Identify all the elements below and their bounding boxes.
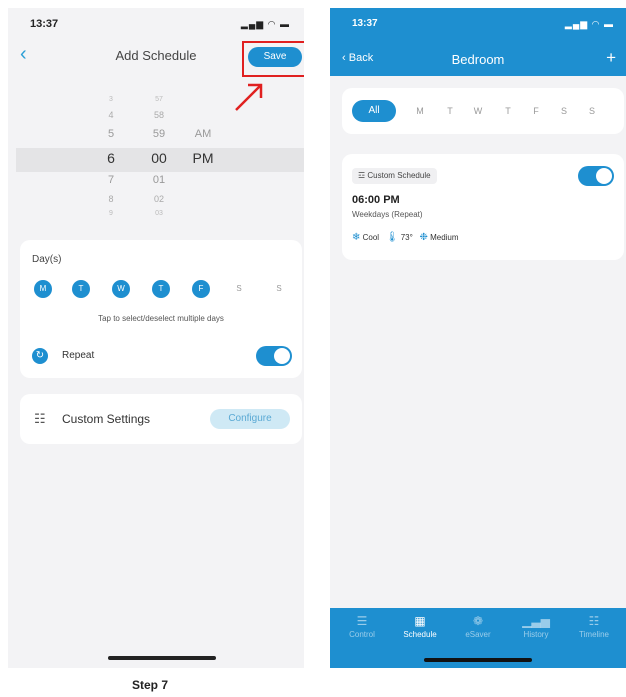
day-toggle[interactable]: T [152,280,170,298]
day-filter-bar: All M T W T F S S [342,88,624,134]
thermometer-icon: 🌡 [385,232,399,243]
sliders-icon: ☲ [358,171,368,180]
step-caption: Step 7 [132,678,169,692]
toggle-knob [274,348,290,364]
configure-button[interactable]: Configure [210,409,290,429]
picker-row[interactable]: 9 03 [8,210,304,230]
schedule-card[interactable]: ☲ Custom Schedule 06:00 PM Weekdays (Rep… [342,154,624,260]
picker-hour: 8 [108,194,114,204]
picker-minute: 01 [152,174,166,186]
top-bar: 13:37 ▂▄▆ ◠ ▬ ‹ Back Bedroom + [330,8,626,76]
picker-hour: 6 [107,150,115,166]
esaver-icon: ❁ [472,614,484,628]
day-toggle[interactable]: W [112,280,130,298]
day-toggle[interactable]: T [72,280,90,298]
picker-minute: 03 [155,210,163,217]
repeat-icon: ↻ [32,348,48,364]
tab-history[interactable]: ▁▃▅ History [508,614,564,639]
picker-row[interactable]: 4 58 [8,110,304,130]
schedule-type-chip: ☲ Custom Schedule [352,168,437,184]
home-indicator [424,658,532,662]
schedule-list-screen: 13:37 ▂▄▆ ◠ ▬ ‹ Back Bedroom + All M T W T F S… [330,8,626,668]
filter-day-chip[interactable]: S [584,100,600,122]
tab-esaver[interactable]: ❁ eSaver [450,614,506,639]
fan-icon: ❉ [419,232,428,243]
filter-day-chip[interactable]: T [500,100,516,122]
tab-label: Timeline [579,630,609,639]
history-icon: ▁▃▅ [522,614,550,628]
page-title: Bedroom [451,52,505,67]
custom-settings-label: Custom Settings [62,412,151,426]
day-toggle[interactable]: S [230,280,248,298]
timeline-icon: ☷ [588,614,600,628]
days-hint: Tap to select/deselect multiple days [98,314,224,323]
add-schedule-screen: 13:37 ▂▄▆ ◠ ▬ ‹ Add Schedule Save 3 57 4 58… [8,8,304,668]
save-button[interactable]: Save [248,47,302,67]
time-picker-wheel[interactable]: 3 57 4 58 5 59 AM 6 00 PM 7 01 8 02 9 03 [8,90,304,220]
picker-minute: 58 [153,110,164,120]
system-status-icons: ▂▄▆ ◠ ▬ [240,19,290,29]
fan-label: Medium [430,233,459,242]
picker-minute: 00 [151,150,167,166]
mode-label: Cool [362,233,380,242]
filter-day-chip[interactable]: T [442,100,458,122]
tab-control[interactable]: ☰ Control [334,614,390,639]
filter-day-chip[interactable]: W [470,100,486,122]
picker-ampm: PM [192,150,214,166]
toggle-knob [596,168,612,184]
picker-row[interactable]: 7 01 [8,174,304,194]
tab-label: Schedule [403,630,437,639]
schedule-details: ❄ Cool 🌡 73° ❉ Medium [352,232,459,243]
tab-label: eSaver [465,630,491,639]
home-indicator [108,656,216,660]
picker-minute: 57 [155,96,163,103]
system-status-icons: ▂▄▆ ◠ ▬ [564,19,614,29]
picker-minute: 02 [153,194,164,204]
custom-settings-row: ☷ Custom Settings Configure [20,394,302,444]
schedule-icon: ▦ [414,614,426,628]
schedule-repeat: Weekdays (Repeat) [352,210,423,219]
status-bar: 13:37 ▂▄▆ ◠ ▬ [8,8,304,38]
schedule-type-label: Custom Schedule [367,171,431,180]
picker-ampm: AM [194,128,212,140]
snowflake-icon: ❄ [352,232,361,243]
picker-minute: 59 [152,128,166,140]
days-card: Day(s) M T W T F S S Tap to select/deselect mu… [20,240,302,378]
filter-day-chip[interactable]: M [412,100,428,122]
tab-label: History [523,630,549,639]
control-icon: ☰ [356,614,368,628]
tab-schedule[interactable]: ▦ Schedule [392,614,448,639]
picker-hour: 4 [108,110,114,120]
day-toggle[interactable]: F [192,280,210,298]
filter-day-chip[interactable]: F [528,100,544,122]
picker-row[interactable]: 6 00 PM [8,150,304,170]
repeat-label: Repeat [62,350,95,361]
tab-label: Control [349,630,375,639]
picker-row[interactable]: 5 59 AM [8,128,304,148]
settings-list-icon: ☷ [34,411,46,426]
picker-hour: 3 [109,96,113,103]
day-toggle[interactable]: S [270,280,288,298]
filter-all-chip[interactable]: All [352,100,396,122]
schedule-time: 06:00 PM [352,194,400,206]
temperature-label: 73° [400,233,413,242]
status-time: 13:37 [30,18,59,30]
tab-timeline[interactable]: ☷ Timeline [566,614,622,639]
picker-hour: 5 [107,128,115,140]
picker-hour: 7 [107,174,115,186]
filter-day-chip[interactable]: S [556,100,572,122]
schedule-enabled-toggle[interactable] [578,166,614,186]
days-title: Day(s) [32,254,62,265]
repeat-toggle[interactable] [256,346,292,366]
picker-hour: 9 [109,210,113,217]
day-toggle[interactable]: M [34,280,52,298]
add-schedule-icon[interactable]: + [606,48,616,68]
status-time: 13:37 [352,18,378,29]
